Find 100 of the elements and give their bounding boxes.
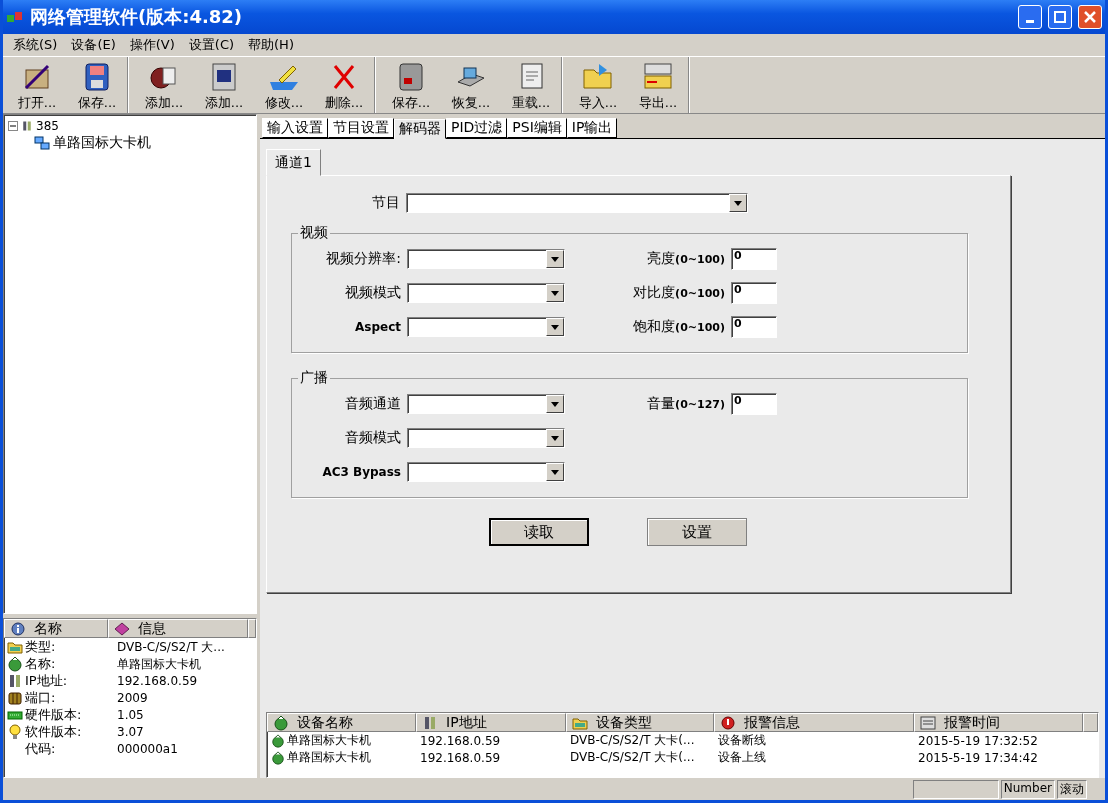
close-icon — [1084, 11, 1096, 23]
dropdown-field[interactable] — [406, 193, 748, 213]
tab[interactable]: 输入设置 — [262, 118, 328, 138]
toolbar-button[interactable]: 重载... — [501, 57, 561, 113]
dropdown-arrow-icon — [734, 200, 742, 206]
info-value: DVB-C/S/S2/T 大... — [116, 638, 226, 656]
table-cell-text: 设备断线 — [717, 732, 767, 749]
field-label: Aspect — [354, 320, 401, 334]
dropdown-arrow-icon — [551, 469, 559, 475]
info-label: 端口: — [7, 689, 111, 707]
field-label: 对比度(0~100) — [632, 284, 725, 302]
tab[interactable]: PSI编辑 — [507, 118, 567, 138]
number-field[interactable]: 0 — [731, 248, 777, 270]
group-title: 广播 — [299, 369, 329, 387]
dropdown-field[interactable] — [407, 428, 565, 448]
table-cell-text: 设备上线 — [717, 749, 767, 766]
menu-item[interactable]: 帮助(H) — [242, 36, 302, 54]
toolbar-button[interactable]: 保存... — [381, 57, 441, 113]
tab[interactable]: 通道1 — [266, 149, 321, 176]
network-icon — [34, 134, 50, 151]
toolbar-button[interactable]: 修改... — [254, 57, 314, 113]
table-cell: 单路国标大卡机 — [267, 732, 416, 749]
table-cell: 单路国标大卡机 — [267, 749, 416, 766]
info-value: 1.05 — [116, 708, 145, 722]
table-cell-text: 2015-5-19 17:32:52 — [917, 733, 1039, 748]
table-cell-text: DVB-C/S/S2/T 大卡(... — [569, 732, 696, 749]
close-button[interactable] — [1078, 5, 1102, 29]
minus-icon — [10, 122, 16, 129]
menu-item[interactable]: 系统(S) — [7, 36, 66, 54]
tab[interactable]: PID过滤 — [446, 118, 508, 138]
tab[interactable]: 解码器 — [394, 119, 446, 139]
field-label: 亮度(0~100) — [646, 250, 725, 268]
dropdown-arrow-icon — [551, 290, 559, 296]
field-label: 节目 — [371, 194, 400, 212]
info-value: 单路国标大卡机 — [116, 655, 202, 673]
number-field[interactable]: 0 — [731, 282, 777, 304]
dropdown-arrow-icon — [551, 401, 559, 407]
minimize-button[interactable] — [1018, 5, 1042, 29]
number-field[interactable]: 0 — [731, 393, 777, 415]
maximize-icon — [1054, 11, 1066, 23]
dropdown-field[interactable] — [407, 394, 565, 414]
toolbar-button[interactable]: 删除... — [314, 57, 374, 113]
toolbar-button[interactable]: 添加... — [134, 57, 194, 113]
toolbar-button[interactable]: 添加... — [194, 57, 254, 113]
dropdown-arrow-icon — [551, 256, 559, 262]
network-icon — [6, 10, 24, 24]
info-value: 2009 — [116, 691, 149, 705]
column-header[interactable]: 信息 — [108, 619, 248, 638]
dropdown-field[interactable] — [407, 317, 565, 337]
info-label: IP地址: — [7, 672, 111, 690]
info-label: 软件版本: — [7, 723, 111, 741]
menu-item[interactable]: 设置(C) — [182, 36, 243, 54]
dropdown-arrow-icon — [551, 324, 559, 330]
number-field[interactable]: 0 — [731, 316, 777, 338]
info-value: 192.168.0.59 — [116, 674, 199, 688]
toolbar-button[interactable]: 恢复... — [441, 57, 501, 113]
table-cell-text: 2015-5-19 17:34:42 — [917, 750, 1039, 765]
tree-item[interactable]: 385 — [36, 118, 59, 133]
toolbar-button[interactable]: 导出... — [628, 57, 688, 113]
field-label: AC3 Bypass — [321, 465, 401, 479]
info-label: 类型: — [7, 638, 111, 656]
tab[interactable]: IP输出 — [566, 118, 618, 138]
collapse-toggle[interactable] — [8, 120, 18, 131]
status-pane: 滚动 — [1057, 779, 1087, 799]
field-label: 视频模式 — [344, 284, 401, 302]
toolbar-button[interactable]: 保存... — [67, 57, 127, 113]
dropdown-field[interactable] — [407, 462, 565, 482]
bulb-icon — [7, 724, 23, 740]
dropdown-field[interactable] — [407, 283, 565, 303]
table-cell-text: 192.168.0.59 — [419, 750, 502, 765]
info-value: 000000a1 — [116, 742, 179, 756]
alarm-icon — [720, 714, 736, 731]
info-label: 代码: — [24, 740, 57, 758]
push-button[interactable]: 设置 — [647, 518, 747, 546]
menu-item[interactable]: 操作(V) — [123, 36, 183, 54]
tab[interactable]: 节目设置 — [328, 118, 394, 138]
table-cell-text: 192.168.0.59 — [419, 733, 502, 748]
info-value: 3.07 — [116, 725, 145, 739]
server-icon — [641, 60, 675, 92]
field-label: 饱和度(0~100) — [632, 318, 725, 336]
column-header[interactable]: 设备类型 — [566, 713, 714, 732]
dropdown-field[interactable] — [407, 249, 565, 269]
toolbar-button[interactable]: 打开... — [7, 57, 67, 113]
toolbar-button[interactable]: 导入... — [568, 57, 628, 113]
field-label: 音频通道 — [344, 395, 401, 413]
column-header[interactable]: 报警时间 — [914, 713, 1083, 732]
info-icon — [10, 620, 26, 637]
field-label: 音量(0~127) — [646, 395, 725, 413]
menu-item[interactable]: 设备(E) — [65, 36, 124, 54]
column-header[interactable]: 报警信息 — [714, 713, 914, 732]
field-label: 音频模式 — [344, 429, 401, 447]
status-pane: Number — [1000, 779, 1055, 799]
field-label: 视频分辨率: — [325, 250, 401, 268]
column-header[interactable]: 名称 — [4, 619, 108, 638]
info-label: 名称: — [7, 655, 111, 673]
column-header[interactable]: IP地址 — [416, 713, 566, 732]
tree-item[interactable]: 单路国标大卡机 — [53, 133, 151, 152]
maximize-button[interactable] — [1048, 5, 1072, 29]
column-header[interactable]: 设备名称 — [267, 713, 416, 732]
push-button[interactable]: 读取 — [489, 518, 589, 546]
